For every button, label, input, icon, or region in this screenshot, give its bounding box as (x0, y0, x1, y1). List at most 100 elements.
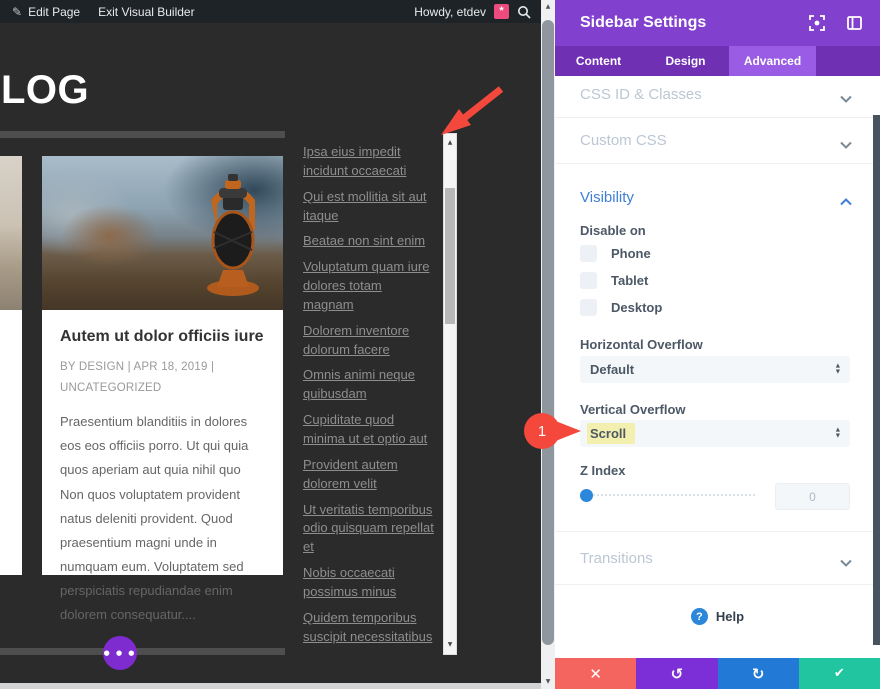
checkbox-label: Desktop (611, 300, 662, 315)
select-stepper-icon: ▲▼ (836, 364, 840, 375)
divi-visual-builder: ✎ Edit Page Exit Visual Builder Howdy, e… (0, 0, 880, 689)
section-settings-button[interactable]: ● ● ● (103, 636, 137, 670)
scrollbar-thumb[interactable] (445, 188, 455, 324)
chevron-up-icon[interactable] (840, 193, 852, 211)
sidebar-vertical-scrollbar[interactable]: ▲ ▼ (443, 133, 457, 655)
select-stepper-icon: ▲▼ (836, 428, 840, 439)
sidebar-settings-panel: Sidebar Settings Content Design Advanc (555, 0, 880, 689)
close-icon: ✕ (589, 665, 602, 683)
chevron-down-icon[interactable] (840, 90, 852, 108)
section-transitions[interactable]: Transitions (580, 550, 653, 567)
pencil-icon: ✎ (12, 5, 22, 19)
checkbox-label: Tablet (611, 273, 648, 288)
section-css-id-classes[interactable]: CSS ID & Classes (580, 86, 702, 103)
scroll-down-arrow-icon[interactable]: ▼ (541, 678, 555, 686)
scrollbar-thumb[interactable] (542, 20, 554, 645)
page-preview-area: ✎ Edit Page Exit Visual Builder Howdy, e… (0, 0, 541, 689)
section-visibility[interactable]: Visibility (580, 189, 634, 206)
divider (555, 531, 880, 532)
section-divider-top (0, 131, 285, 138)
checkbox[interactable] (580, 245, 597, 262)
slider-track[interactable] (580, 494, 755, 496)
checkbox[interactable] (580, 299, 597, 316)
tab-advanced[interactable]: Advanced (729, 46, 816, 76)
checkbox-label: Phone (611, 246, 651, 261)
horizontal-overflow-label: Horizontal Overflow (580, 337, 703, 352)
slider-knob[interactable] (580, 489, 593, 502)
widget-link[interactable]: Ipsa eius impedit incidunt occaecati (303, 143, 435, 181)
undo-button[interactable]: ↺ (636, 658, 717, 689)
post-excerpt: Praesentium blanditiis in dolores eos eo… (60, 410, 265, 626)
page-title: LOG (1, 68, 89, 113)
panel-tabs: Content Design Advanced (555, 46, 880, 76)
widget-link[interactable]: Beatae non sint enim (303, 232, 435, 251)
horizontal-overflow-select[interactable]: Default ▲▼ (580, 356, 850, 383)
z-index-value-field[interactable]: 0 (775, 483, 850, 510)
section-divider-bottom (0, 648, 285, 655)
chevron-down-icon[interactable] (840, 136, 852, 154)
panel-title: Sidebar Settings (580, 14, 809, 32)
panel-action-buttons: ✕ ↺ ↻ ✔ (555, 658, 880, 689)
question-icon: ? (691, 608, 708, 625)
sidebar-widget-links: Ipsa eius impedit incidunt occaecati Qui… (303, 143, 435, 646)
annotation-arrow-icon (437, 83, 509, 137)
redo-icon: ↻ (752, 665, 765, 683)
widget-link[interactable]: Voluptatum quam iure dolores totam magna… (303, 258, 435, 315)
help-button[interactable]: ? Help (555, 608, 880, 625)
vertical-overflow-label: Vertical Overflow (580, 402, 686, 417)
section-custom-css[interactable]: Custom CSS (580, 132, 667, 149)
howdy-account-link[interactable]: Howdy, etdev (414, 5, 486, 19)
blog-card-partial-image (0, 156, 22, 310)
tab-design[interactable]: Design (642, 46, 729, 76)
vertical-overflow-select[interactable]: Scroll ▲▼ (580, 420, 850, 447)
post-title[interactable]: Autem ut dolor officiis iure (60, 328, 265, 346)
checkbox[interactable] (580, 272, 597, 289)
exit-visual-builder-label: Exit Visual Builder (98, 5, 195, 19)
browser-scrollbar[interactable]: ▲ ▼ (541, 0, 555, 689)
z-index-label: Z Index (580, 463, 626, 478)
disable-on-label: Disable on (580, 223, 646, 238)
edit-page-button[interactable]: ✎ Edit Page (12, 5, 80, 19)
widget-link[interactable]: Cupiditate quod minima ut et optio aut (303, 411, 435, 449)
focus-mode-icon[interactable] (809, 15, 825, 31)
widget-link[interactable]: Nobis occaecati possimus minus (303, 564, 435, 602)
help-label: Help (716, 609, 744, 624)
panel-header: Sidebar Settings (555, 0, 880, 46)
next-section-edge (0, 683, 541, 689)
selected-value-highlighted: Scroll (587, 423, 635, 444)
redo-button[interactable]: ↻ (718, 658, 799, 689)
checkbox-tablet[interactable]: Tablet (580, 272, 648, 289)
z-index-slider[interactable] (580, 489, 755, 501)
scroll-up-arrow-icon[interactable]: ▲ (541, 3, 555, 11)
widget-link[interactable]: Ut veritatis temporibus odio quisquam re… (303, 501, 435, 558)
divider (555, 163, 880, 164)
avatar[interactable]: * (494, 4, 509, 19)
scroll-up-arrow-icon[interactable]: ▲ (444, 138, 456, 148)
blog-card-partial (0, 156, 22, 575)
scroll-down-arrow-icon[interactable]: ▼ (444, 640, 456, 650)
divider (555, 117, 880, 118)
widget-link[interactable]: Dolorem inventore dolorum facere (303, 322, 435, 360)
blog-post-card: Autem ut dolor officiis iure BY DESIGN |… (42, 156, 283, 575)
save-button[interactable]: ✔ (799, 658, 880, 689)
checkbox-desktop[interactable]: Desktop (580, 299, 662, 316)
panel-position-icon[interactable] (847, 16, 862, 30)
widget-link[interactable]: Qui est mollitia sit aut itaque (303, 188, 435, 226)
chevron-down-icon[interactable] (840, 554, 852, 572)
lantern-graphic (201, 170, 265, 296)
discard-button[interactable]: ✕ (555, 658, 636, 689)
panel-scrollbar[interactable] (873, 115, 880, 645)
edit-page-label: Edit Page (28, 5, 80, 19)
wp-admin-bar: ✎ Edit Page Exit Visual Builder Howdy, e… (0, 0, 541, 23)
widget-link[interactable]: Provident autem dolorem velit (303, 456, 435, 494)
post-featured-image[interactable] (42, 156, 283, 310)
exit-visual-builder-button[interactable]: Exit Visual Builder (98, 5, 195, 19)
undo-icon: ↺ (671, 665, 684, 683)
widget-link[interactable]: Omnis animi neque quibusdam (303, 366, 435, 404)
checkbox-phone[interactable]: Phone (580, 245, 651, 262)
tab-content[interactable]: Content (555, 46, 642, 76)
widget-link[interactable]: Quidem temporibus suscipit necessitatibu… (303, 609, 435, 647)
search-icon[interactable] (517, 5, 531, 19)
selected-value: Default (590, 362, 836, 377)
divider (555, 584, 880, 585)
